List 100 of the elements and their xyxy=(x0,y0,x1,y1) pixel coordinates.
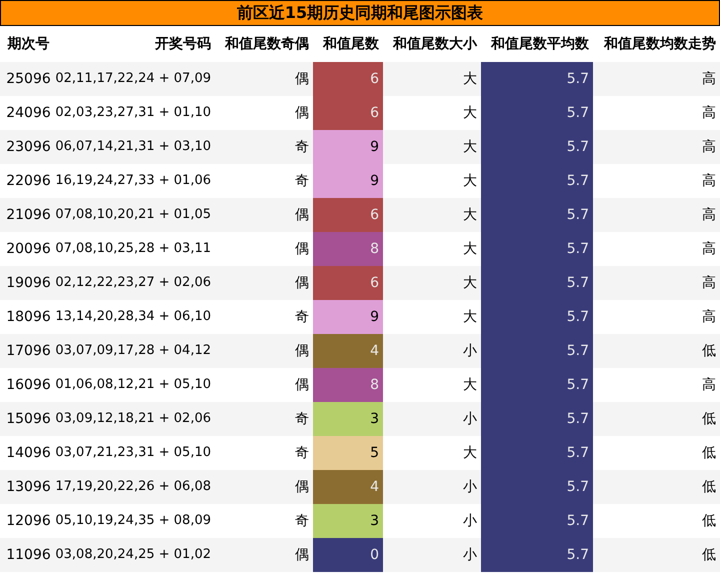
table-cell-text: 大 xyxy=(462,274,478,292)
table-cell: 0 xyxy=(313,538,383,572)
table-cell: 5.7 xyxy=(481,232,593,266)
table-cell: 9 xyxy=(313,164,383,198)
table-cell-text: 低 xyxy=(701,410,717,428)
table-cell: 4 xyxy=(313,470,383,504)
table-cell-text: 21096 xyxy=(5,206,52,224)
table-cell-text: 高 xyxy=(701,308,717,326)
table-cell: 8 xyxy=(313,368,383,402)
table-cell-text: 大 xyxy=(462,70,478,88)
table-cell-text: 03,07,21,23,31 + 05,10 xyxy=(57,444,212,462)
table-cell-text: 高 xyxy=(701,240,717,258)
table-cell: 6 xyxy=(313,62,383,96)
table-cell: 6 xyxy=(313,96,383,130)
table-cell-text: 偶 xyxy=(294,342,310,360)
table-cell-text: 小 xyxy=(462,546,478,564)
table-cell-text: 大 xyxy=(462,206,478,224)
table-cell-text: 05,10,19,24,35 + 08,09 xyxy=(57,512,212,530)
table-cell: 5.7 xyxy=(481,368,593,402)
table-cell-text: 小 xyxy=(462,478,478,496)
table-cell-text: 11096 xyxy=(5,546,52,564)
column-header: 期次号 xyxy=(6,34,50,54)
table-cell-text: 偶 xyxy=(294,274,310,292)
column-header: 和值尾数奇偶 xyxy=(224,34,310,54)
table-cell-text: 02,11,17,22,24 + 07,09 xyxy=(57,70,212,88)
column-header: 和值尾数大小 xyxy=(392,34,478,54)
table-cell-text: 偶 xyxy=(294,104,310,122)
table-cell-text: 大 xyxy=(462,104,478,122)
table-cell: 5.7 xyxy=(481,62,593,96)
table-cell: 5.7 xyxy=(481,96,593,130)
table-cell-text: 13096 xyxy=(5,478,52,496)
table-cell-text: 奇 xyxy=(294,172,310,190)
table-cell-text: 大 xyxy=(462,444,478,462)
table-cell: 5.7 xyxy=(481,470,593,504)
table-cell-text: 高 xyxy=(701,104,717,122)
table-cell-text: 17096 xyxy=(5,342,52,360)
table-cell-text: 24096 xyxy=(5,104,52,122)
table-cell-text: 奇 xyxy=(294,308,310,326)
table-cell: 6 xyxy=(313,266,383,300)
table-cell: 5 xyxy=(313,436,383,470)
table-cell-text: 19096 xyxy=(5,274,52,292)
table-cell-text: 大 xyxy=(462,172,478,190)
table-cell-text: 16096 xyxy=(5,376,52,394)
table-cell-text: 高 xyxy=(701,70,717,88)
table-cell-text: 03,09,12,18,21 + 02,06 xyxy=(57,410,212,428)
table-cell-text: 15096 xyxy=(5,410,52,428)
table-cell: 5.7 xyxy=(481,130,593,164)
table-cell-text: 偶 xyxy=(294,546,310,564)
column-header: 开奖号码 xyxy=(154,34,212,54)
table-cell: 3 xyxy=(313,504,383,538)
table-cell-text: 13,14,20,28,34 + 06,10 xyxy=(57,308,212,326)
table-cell: 5.7 xyxy=(481,300,593,334)
table-cell-text: 大 xyxy=(462,138,478,156)
column-header: 和值尾数 xyxy=(322,34,380,54)
table-cell: 5.7 xyxy=(481,504,593,538)
table-cell-text: 大 xyxy=(462,308,478,326)
table-cell-text: 12096 xyxy=(5,512,52,530)
table-cell-text: 17,19,20,22,26 + 06,08 xyxy=(57,478,212,496)
table-cell-text: 大 xyxy=(462,376,478,394)
table-cell: 8 xyxy=(313,232,383,266)
chart-title: 前区近15期历史同期和尾图示图表 xyxy=(0,0,720,26)
table-cell-text: 02,03,23,27,31 + 01,10 xyxy=(57,104,212,122)
table-cell: 5.7 xyxy=(481,538,593,572)
table-cell: 5.7 xyxy=(481,164,593,198)
table-cell-text: 07,08,10,25,28 + 03,11 xyxy=(57,240,212,258)
table-cell-text: 23096 xyxy=(5,138,52,156)
table-cell-text: 奇 xyxy=(294,410,310,428)
table-cell-text: 02,12,22,23,27 + 02,06 xyxy=(57,274,212,292)
table-cell: 4 xyxy=(313,334,383,368)
table-cell: 5.7 xyxy=(481,198,593,232)
table-cell-text: 奇 xyxy=(294,138,310,156)
table-cell-text: 22096 xyxy=(5,172,52,190)
column-header: 和值尾数均数走势 xyxy=(602,34,717,54)
table-cell: 5.7 xyxy=(481,402,593,436)
table-cell-text: 低 xyxy=(701,512,717,530)
table-cell-text: 25096 xyxy=(5,70,52,88)
table-cell-text: 奇 xyxy=(294,512,310,530)
table-cell-text: 小 xyxy=(462,410,478,428)
table-cell-text: 小 xyxy=(462,342,478,360)
table-cell: 5.7 xyxy=(481,334,593,368)
table-cell-text: 18096 xyxy=(5,308,52,326)
table-cell: 9 xyxy=(313,130,383,164)
table-cell: 5.7 xyxy=(481,436,593,470)
table-cell-text: 低 xyxy=(701,342,717,360)
table-cell-text: 偶 xyxy=(294,206,310,224)
table-cell-text: 06,07,14,21,31 + 03,10 xyxy=(57,138,212,156)
table-cell-text: 03,08,20,24,25 + 01,02 xyxy=(57,546,212,564)
table-cell-text: 16,19,24,27,33 + 01,06 xyxy=(57,172,212,190)
table-cell-text: 20096 xyxy=(5,240,52,258)
table-cell-text: 07,08,10,20,21 + 01,05 xyxy=(57,206,212,224)
table-cell-text: 高 xyxy=(701,376,717,394)
table-cell-text: 低 xyxy=(701,546,717,564)
table-cell-text: 高 xyxy=(701,206,717,224)
table-cell: 5.7 xyxy=(481,266,593,300)
table-cell-text: 高 xyxy=(701,138,717,156)
table-cell-text: 偶 xyxy=(294,478,310,496)
table-cell: 3 xyxy=(313,402,383,436)
table-cell-text: 偶 xyxy=(294,240,310,258)
table-cell-text: 偶 xyxy=(294,70,310,88)
table-cell-text: 03,07,09,17,28 + 04,12 xyxy=(57,342,212,360)
